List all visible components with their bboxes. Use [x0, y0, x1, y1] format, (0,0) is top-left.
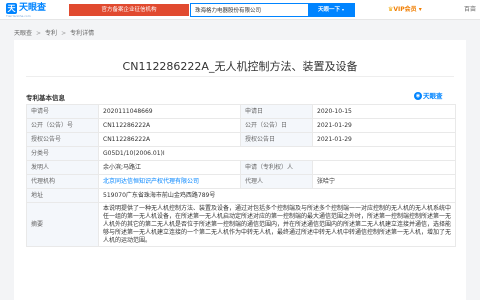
inventor-value: 余小滨;马路江: [98, 160, 241, 175]
publication-number-label: 公开（公告）号: [26, 118, 99, 133]
search-button[interactable]: 天眼一下 ▾: [308, 4, 354, 16]
vip-label: VIP会员: [393, 6, 417, 13]
abstract-value: 本说明提供了一种无人机控制方法、装置及设备，通过对包括多个控制端及与所述多个控制…: [98, 202, 456, 247]
publication-number-value: CN112286222A: [98, 118, 241, 133]
agency-link[interactable]: 北京同达信恒知识产权代理有限公司: [98, 174, 241, 189]
patent-card: CN112286222A_无人机控制方法、装置及设备 专利基本信息 ◉ 天眼查 申…: [14, 40, 466, 300]
section-title: 专利基本信息: [26, 94, 65, 102]
divider: [26, 76, 454, 77]
breadcrumb-patent[interactable]: 专利: [45, 30, 57, 37]
table-row: 分类号 G05D1/10(2006.01)I: [26, 146, 456, 161]
agency-label: 代理机构: [26, 174, 99, 189]
top-bar: 天 天眼查 TianYanCha.com 官方备案企业征信机构 天眼一下 ▾ ♛…: [0, 0, 480, 20]
official-badge: 官方备案企业征信机构: [69, 4, 189, 16]
patent-info-table: 申请号 2020111048669 申请日 2020-10-15 公开（公告）号…: [26, 104, 456, 247]
application-number-label: 申请号: [26, 104, 99, 119]
brand-badge: ◉ 天眼查: [414, 90, 443, 100]
table-row: 地址 519070广东省珠海市前山金鸡西路789号: [26, 188, 456, 203]
logo-subtitle: TianYanCha.com: [6, 14, 31, 18]
brand-label: 天眼查: [423, 92, 443, 100]
chevron-down-icon: ▾: [341, 7, 344, 12]
vip-link[interactable]: ♛VIP会员 ▾: [388, 3, 422, 16]
applicant-value: [312, 160, 456, 175]
agent-label: 代理人: [240, 174, 313, 189]
applicant-label: 申请（专利权）人: [240, 160, 313, 175]
address-label: 地址: [26, 188, 99, 203]
search-input[interactable]: [191, 4, 307, 16]
application-date-value: 2020-10-15: [312, 104, 456, 119]
breadcrumb-home[interactable]: 天眼查: [14, 30, 32, 37]
page-title: CN112286222A_无人机控制方法、装置及设备: [122, 60, 358, 73]
breadcrumb-separator: >: [61, 30, 67, 37]
breadcrumb-separator: >: [36, 30, 42, 37]
more-link[interactable]: 百亩: [464, 3, 476, 16]
logo-icon: 天: [6, 3, 17, 14]
inventor-label: 发明人: [26, 160, 99, 175]
search-button-label: 天眼一下: [318, 7, 341, 13]
grant-number-label: 授权公告号: [26, 132, 99, 147]
search-box: 天眼一下 ▾: [190, 3, 355, 17]
chevron-down-icon: ▾: [418, 6, 422, 13]
table-row: 公开（公告）号 CN112286222A 公开（公告）日 2021-01-29: [26, 118, 456, 133]
breadcrumb: 天眼查 > 专利 > 专利详情: [14, 28, 94, 37]
eye-icon: ◉: [414, 92, 422, 100]
classification-value: G05D1/10(2006.01)I: [98, 146, 456, 161]
grant-date-label: 授权公告日: [240, 132, 313, 147]
classification-label: 分类号: [26, 146, 99, 161]
table-row: 授权公告号 CN112286222A 授权公告日 2021-01-29: [26, 132, 456, 147]
table-row: 申请号 2020111048669 申请日 2020-10-15: [26, 104, 456, 119]
publication-date-value: 2021-01-29: [312, 118, 456, 133]
abstract-label: 摘要: [26, 202, 99, 247]
application-date-label: 申请日: [240, 104, 313, 119]
table-row: 摘要 本说明提供了一种无人机控制方法、装置及设备，通过对包括多个控制端及与所述多…: [26, 202, 456, 247]
grant-number-value: CN112286222A: [98, 132, 241, 147]
address-value: 519070广东省珠海市前山金鸡西路789号: [98, 188, 456, 203]
publication-date-label: 公开（公告）日: [240, 118, 313, 133]
table-row: 发明人 余小滨;马路江 申请（专利权）人: [26, 160, 456, 175]
logo-text: 天眼查: [19, 3, 47, 13]
grant-date-value: 2021-01-29: [312, 132, 456, 147]
table-row: 代理机构 北京同达信恒知识产权代理有限公司 代理人 张哈宁: [26, 174, 456, 189]
agent-value: 张哈宁: [312, 174, 456, 189]
application-number-value: 2020111048669: [98, 104, 241, 119]
breadcrumb-current: 专利详情: [70, 30, 95, 37]
logo[interactable]: 天 天眼查 TianYanCha.com: [6, 3, 54, 18]
